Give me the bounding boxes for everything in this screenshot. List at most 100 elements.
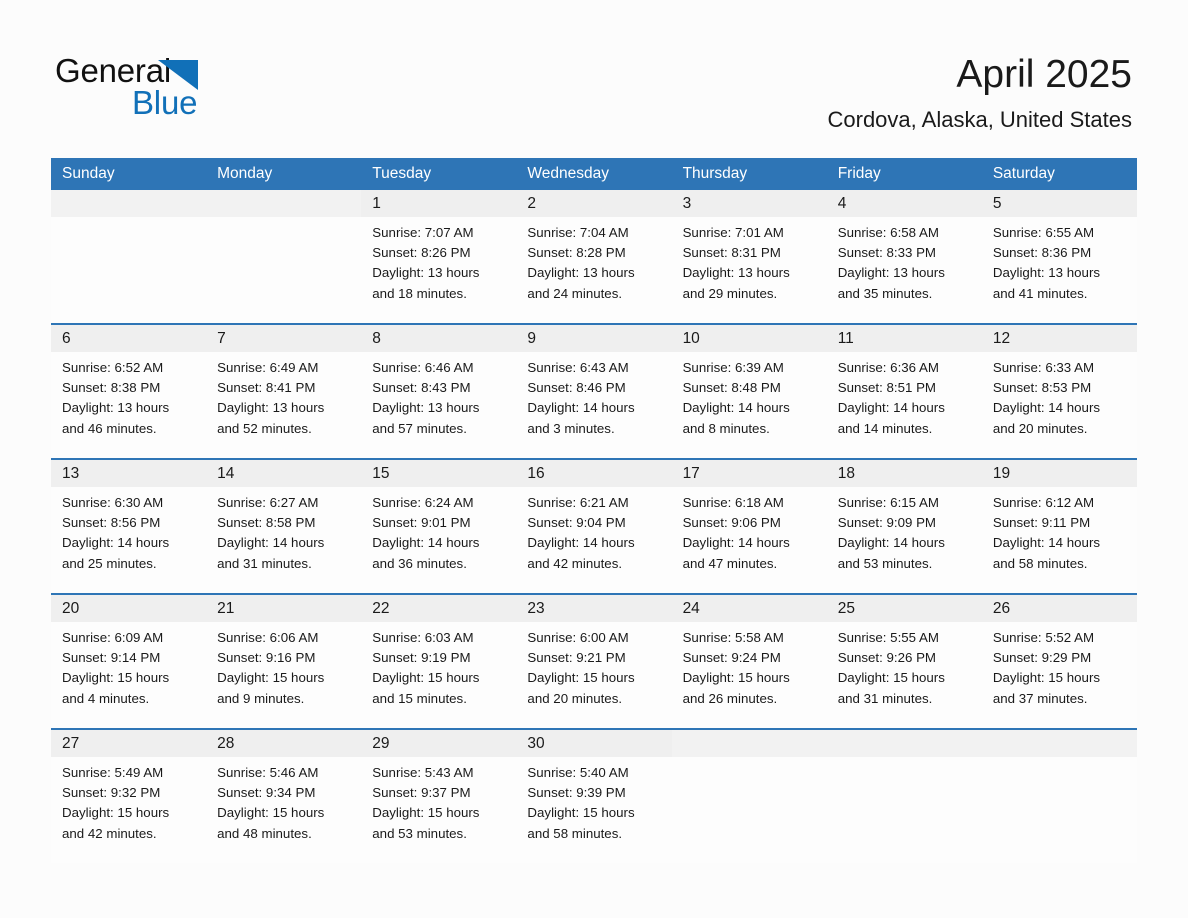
calendar-day-cell[interactable]: 8 Sunrise: 6:46 AM Sunset: 8:43 PM Daylight… [361,323,517,459]
calendar-day-empty [826,730,982,863]
day-number: 5 [981,190,1137,217]
calendar-week-row: 27 Sunrise: 5:49 AM Sunset: 9:32 PM Dayligh… [51,728,1137,863]
calendar-day-cell[interactable]: 30 Sunrise: 5:40 AM Sunset: 9:39 PM Dayligh… [516,728,672,863]
calendar-day: 30 Sunrise: 5:40 AM Sunset: 9:39 PM Dayligh… [516,730,672,863]
sunrise-text: Sunrise: 6:36 AM [837,360,939,375]
calendar-day-cell[interactable]: 27 Sunrise: 5:49 AM Sunset: 9:32 PM Dayligh… [51,728,207,863]
day-number: 25 [826,595,982,622]
calendar-day: 12 Sunrise: 6:33 AM Sunset: 8:53 PM Dayligh… [981,325,1137,458]
sunset-text: Sunset: 8:58 PM [217,515,316,531]
day-number: 22 [361,595,517,622]
calendar-day-cell[interactable]: 23 Sunrise: 6:00 AM Sunset: 9:21 PM Dayligh… [516,593,672,729]
day-details: Sunrise: 6:18 AM Sunset: 9:06 PM Daylight:… [672,487,827,574]
daylight-text-line2: and 57 minutes. [372,420,467,436]
calendar-day-cell[interactable]: 29 Sunrise: 5:43 AM Sunset: 9:37 PM Dayligh… [361,728,517,863]
calendar-day-cell[interactable]: 4 Sunrise: 6:58 AM Sunset: 8:33 PM Daylight… [826,190,982,324]
calendar-day-cell[interactable]: 17 Sunrise: 6:18 AM Sunset: 9:06 PM Dayligh… [671,458,827,594]
day-details: Sunrise: 6:00 AM Sunset: 9:21 PM Daylight:… [516,622,671,709]
daylight-text-line2: and 29 minutes. [682,285,778,301]
day-details: Sunrise: 6:46 AM Sunset: 8:43 PM Daylight:… [361,352,516,439]
calendar-day-cell[interactable]: 6 Sunrise: 6:52 AM Sunset: 8:38 PM Daylight… [51,323,207,459]
calendar-day-cell[interactable]: 13 Sunrise: 6:30 AM Sunset: 8:56 PM Dayligh… [51,458,207,594]
daylight-text-line1: Daylight: 13 hours [62,400,170,416]
sunrise-text: Sunrise: 6:00 AM [527,630,629,645]
calendar-day-cell[interactable]: 19 Sunrise: 6:12 AM Sunset: 9:11 PM Dayligh… [981,458,1137,594]
calendar-day-cell[interactable]: 11 Sunrise: 6:36 AM Sunset: 8:51 PM Dayligh… [826,323,982,459]
calendar-day-cell[interactable]: 1 Sunrise: 7:07 AM Sunset: 8:26 PM Daylight… [361,190,517,324]
daylight-text-line2: and 8 minutes. [682,420,770,436]
daylight-text-line2: and 52 minutes. [217,420,312,436]
calendar-day: 26 Sunrise: 5:52 AM Sunset: 9:29 PM Dayligh… [981,595,1137,728]
calendar-day-cell[interactable]: 15 Sunrise: 6:24 AM Sunset: 9:01 PM Dayligh… [361,458,517,594]
sunset-text: Sunset: 9:04 PM [527,515,626,531]
calendar-day-cell[interactable]: 12 Sunrise: 6:33 AM Sunset: 8:53 PM Dayligh… [981,323,1137,459]
calendar-day-cell[interactable]: 9 Sunrise: 6:43 AM Sunset: 8:46 PM Daylight… [516,323,672,459]
day-number: 1 [361,190,517,217]
daylight-text-line1: Daylight: 14 hours [527,400,635,416]
sunset-text: Sunset: 8:38 PM [62,380,161,396]
daylight-text-line2: and 58 minutes. [992,555,1088,571]
calendar-day-cell[interactable]: 5 Sunrise: 6:55 AM Sunset: 8:36 PM Daylight… [981,190,1137,324]
calendar-day-cell[interactable]: 26 Sunrise: 5:52 AM Sunset: 9:29 PM Dayligh… [981,593,1137,729]
calendar-day-cell[interactable]: 3 Sunrise: 7:01 AM Sunset: 8:31 PM Daylight… [671,190,827,324]
day-details: Sunrise: 5:43 AM Sunset: 9:37 PM Daylight:… [361,757,516,844]
weekday-header-sunday: Sunday [51,158,207,190]
calendar-week-row: 6 Sunrise: 6:52 AM Sunset: 8:38 PM Daylight… [51,323,1137,459]
sunset-text: Sunset: 8:28 PM [527,245,626,261]
calendar-day-cell[interactable]: 18 Sunrise: 6:15 AM Sunset: 9:09 PM Dayligh… [826,458,982,594]
day-details: Sunrise: 6:24 AM Sunset: 9:01 PM Daylight:… [361,487,516,574]
sunset-text: Sunset: 8:51 PM [837,380,937,396]
sunrise-text: Sunrise: 6:18 AM [682,495,784,510]
calendar-body: 1 Sunrise: 7:07 AM Sunset: 8:26 PM Daylight… [51,190,1137,863]
day-number: 14 [206,460,362,487]
day-details: Sunrise: 6:15 AM Sunset: 9:09 PM Daylight:… [827,487,982,574]
day-details: Sunrise: 6:03 AM Sunset: 9:19 PM Daylight:… [361,622,516,709]
day-number: 2 [516,190,672,217]
sunset-text: Sunset: 9:01 PM [372,515,471,531]
calendar-day-cell[interactable]: 21 Sunrise: 6:06 AM Sunset: 9:16 PM Dayligh… [206,593,362,729]
calendar-day-empty [51,190,207,323]
calendar-day-cell[interactable]: 7 Sunrise: 6:49 AM Sunset: 8:41 PM Daylight… [206,323,362,459]
sunrise-text: Sunrise: 7:07 AM [372,225,474,240]
calendar-head: Sunday Monday Tuesday Wednesday Thursday… [51,158,1137,190]
calendar-day-cell[interactable]: 20 Sunrise: 6:09 AM Sunset: 9:14 PM Dayligh… [51,593,207,729]
sunrise-text: Sunrise: 5:55 AM [837,630,939,645]
calendar-day: 15 Sunrise: 6:24 AM Sunset: 9:01 PM Dayligh… [361,460,517,593]
calendar-day-cell[interactable]: 24 Sunrise: 5:58 AM Sunset: 9:24 PM Dayligh… [671,593,827,729]
calendar-day: 6 Sunrise: 6:52 AM Sunset: 8:38 PM Daylight… [51,325,207,458]
sunset-text: Sunset: 9:24 PM [682,650,781,666]
sunrise-text: Sunrise: 5:46 AM [217,765,319,780]
calendar-day-cell [206,190,362,324]
daylight-text-line1: Daylight: 14 hours [837,400,945,416]
daylight-text-line2: and 36 minutes. [372,555,467,571]
day-number: 6 [51,325,207,352]
day-number: 28 [206,730,362,757]
daylight-text-line2: and 58 minutes. [527,825,623,841]
daylight-text-line1: Daylight: 14 hours [217,535,325,551]
calendar-day-cell[interactable]: 14 Sunrise: 6:27 AM Sunset: 8:58 PM Dayligh… [206,458,362,594]
day-details: Sunrise: 7:04 AM Sunset: 8:28 PM Daylight:… [516,217,671,304]
day-details: Sunrise: 6:21 AM Sunset: 9:04 PM Daylight:… [516,487,671,574]
calendar-day-cell[interactable]: 16 Sunrise: 6:21 AM Sunset: 9:04 PM Dayligh… [516,458,672,594]
day-number: 30 [516,730,672,757]
day-details: Sunrise: 5:49 AM Sunset: 9:32 PM Daylight:… [51,757,206,844]
day-details: Sunrise: 5:40 AM Sunset: 9:39 PM Daylight:… [516,757,671,844]
sunrise-text: Sunrise: 6:06 AM [217,630,319,645]
sunrise-text: Sunrise: 7:04 AM [527,225,629,240]
calendar-day-cell [981,728,1137,863]
calendar-day-cell[interactable]: 10 Sunrise: 6:39 AM Sunset: 8:48 PM Dayligh… [671,323,827,459]
day-number: 3 [671,190,827,217]
sunset-text: Sunset: 9:11 PM [992,515,1091,531]
sunrise-text: Sunrise: 5:58 AM [682,630,784,645]
day-number: 27 [51,730,207,757]
general-blue-logo[interactable]: General Blue [55,52,305,124]
calendar-day-cell[interactable]: 28 Sunrise: 5:46 AM Sunset: 9:34 PM Dayligh… [206,728,362,863]
sunrise-text: Sunrise: 5:43 AM [372,765,474,780]
day-number [671,730,827,757]
calendar-day-cell[interactable]: 25 Sunrise: 5:55 AM Sunset: 9:26 PM Dayligh… [826,593,982,729]
sunrise-text: Sunrise: 6:24 AM [372,495,474,510]
calendar-week-row: 13 Sunrise: 6:30 AM Sunset: 8:56 PM Dayligh… [51,458,1137,594]
calendar-day-cell[interactable]: 22 Sunrise: 6:03 AM Sunset: 9:19 PM Dayligh… [361,593,517,729]
calendar-day-cell[interactable]: 2 Sunrise: 7:04 AM Sunset: 8:28 PM Daylight… [516,190,672,324]
sunset-text: Sunset: 8:43 PM [372,380,471,396]
